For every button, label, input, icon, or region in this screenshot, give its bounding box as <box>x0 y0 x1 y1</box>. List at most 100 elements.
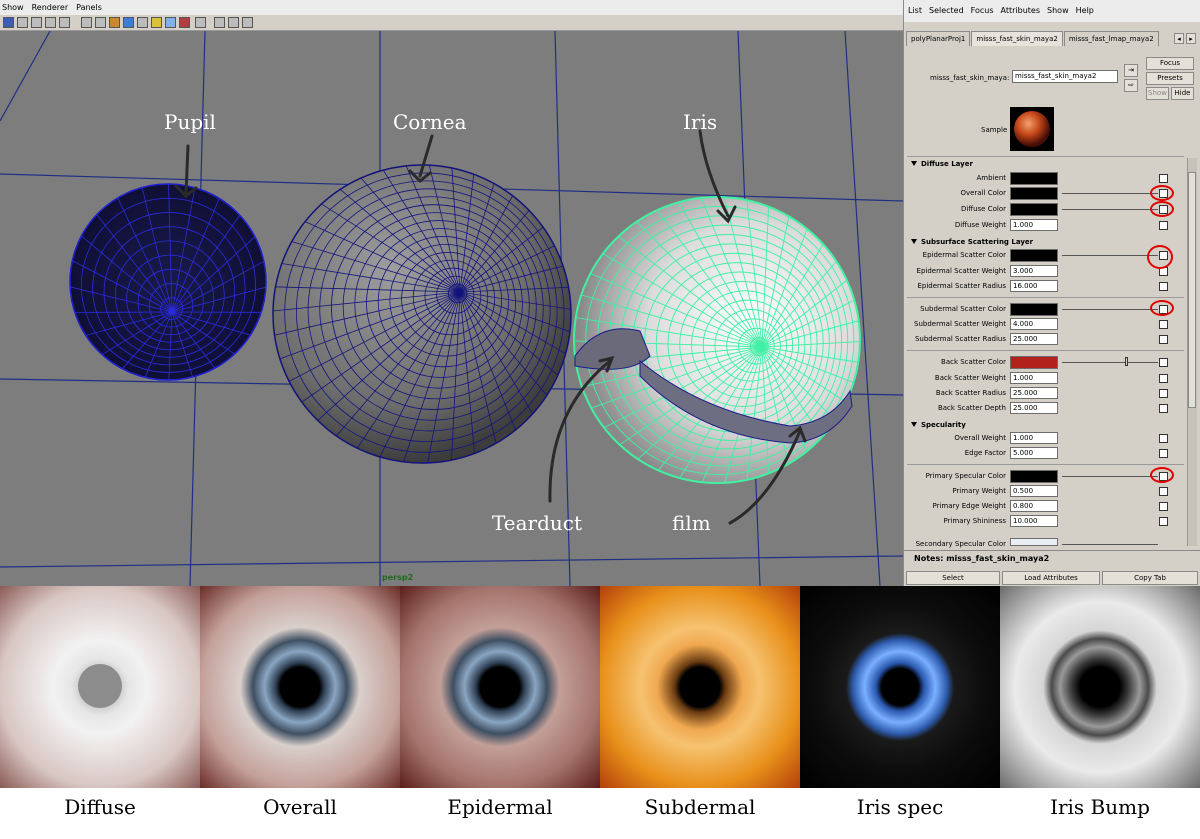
tab-scroll-left-icon[interactable]: ◂ <box>1174 33 1184 44</box>
map-button-icon[interactable] <box>1159 374 1168 383</box>
value-field[interactable]: 25.000 <box>1010 387 1058 399</box>
color-swatch[interactable] <box>1010 303 1058 316</box>
value-field[interactable]: 3.000 <box>1010 265 1058 277</box>
slider-track[interactable] <box>1062 193 1158 194</box>
map-button-icon[interactable] <box>1159 335 1168 344</box>
stats-icon[interactable] <box>242 17 253 28</box>
section-diffuse-layer[interactable]: Diffuse Layer <box>907 158 1184 171</box>
presets-button[interactable]: Presets <box>1146 72 1194 85</box>
menu-list[interactable]: List <box>908 0 922 22</box>
textured-icon[interactable] <box>109 17 120 28</box>
tab-misss-fast-skin[interactable]: misss_fast_skin_maya2 <box>971 31 1063 46</box>
value-field[interactable]: 5.000 <box>1010 447 1058 459</box>
grid-icon[interactable] <box>31 17 42 28</box>
color-swatch[interactable] <box>1010 470 1058 483</box>
menu-selected[interactable]: Selected <box>929 0 964 22</box>
tab-scroll-right-icon[interactable]: ▸ <box>1186 33 1196 44</box>
input-connection-icon[interactable]: ⇥ <box>1124 64 1138 77</box>
color-swatch[interactable] <box>1010 187 1058 200</box>
value-field[interactable]: 25.000 <box>1010 333 1058 345</box>
value-field[interactable]: 16.000 <box>1010 280 1058 292</box>
color-swatch[interactable] <box>1010 538 1058 546</box>
resolution-gate-icon[interactable] <box>59 17 70 28</box>
cornea-sphere[interactable] <box>243 135 601 493</box>
select-camera-icon[interactable] <box>17 17 28 28</box>
xray-icon[interactable] <box>179 17 190 28</box>
value-field[interactable]: 10.000 <box>1010 515 1058 527</box>
value-field[interactable]: 0.800 <box>1010 500 1058 512</box>
map-button-icon[interactable] <box>1159 389 1168 398</box>
menu-attributes[interactable]: Attributes <box>1001 0 1041 22</box>
select-button[interactable]: Select <box>906 571 1000 585</box>
slider-track[interactable] <box>1062 476 1158 477</box>
hud-icon[interactable] <box>214 17 225 28</box>
pupil-sphere[interactable] <box>50 164 285 399</box>
camera-icon[interactable] <box>3 17 14 28</box>
color-swatch[interactable] <box>1010 356 1058 369</box>
menu-show[interactable]: Show <box>2 0 24 15</box>
value-field[interactable]: 1.000 <box>1010 372 1058 384</box>
slider-track[interactable] <box>1062 544 1158 545</box>
section-title: Diffuse Layer <box>921 160 973 168</box>
map-button-icon[interactable] <box>1159 358 1168 367</box>
light-icon[interactable] <box>151 17 162 28</box>
value-field[interactable]: 25.000 <box>1010 402 1058 414</box>
map-button-icon[interactable] <box>1159 404 1168 413</box>
annotation-circle <box>1150 185 1174 201</box>
collapse-arrow-icon[interactable] <box>911 422 917 427</box>
color-swatch[interactable] <box>1010 172 1058 185</box>
map-button-icon[interactable] <box>1159 502 1168 511</box>
node-name-field[interactable]: misss_fast_skin_maya2 <box>1012 70 1118 83</box>
attr-row-subdermal-color: Subdermal Scatter Color <box>904 302 1184 317</box>
menu-panels[interactable]: Panels <box>76 0 102 15</box>
map-button-icon[interactable] <box>1159 174 1168 183</box>
value-field[interactable]: 0.500 <box>1010 485 1058 497</box>
shaded-icon[interactable] <box>123 17 134 28</box>
copy-tab-button[interactable]: Copy Tab <box>1102 571 1198 585</box>
collapse-arrow-icon[interactable] <box>911 239 917 244</box>
menu-help[interactable]: Help <box>1076 0 1094 22</box>
output-connection-icon[interactable]: ⇨ <box>1124 79 1138 92</box>
slider-knob[interactable] <box>1125 357 1128 366</box>
value-field[interactable]: 1.000 <box>1010 219 1058 231</box>
focus-button[interactable]: Focus <box>1146 57 1194 70</box>
load-attributes-button[interactable]: Load Attributes <box>1002 571 1100 585</box>
hide-button[interactable]: Hide <box>1171 87 1194 100</box>
map-button-icon[interactable] <box>1159 221 1168 230</box>
wireframe-icon[interactable] <box>81 17 92 28</box>
tab-polyplanarproj1[interactable]: polyPlanarProj1 <box>906 31 971 46</box>
color-swatch[interactable] <box>1010 203 1058 216</box>
attribute-editor: List Selected Focus Attributes Show Help… <box>903 0 1200 586</box>
shadow-icon[interactable] <box>165 17 176 28</box>
wire-on-shaded-icon[interactable] <box>137 17 148 28</box>
collapse-arrow-icon[interactable] <box>911 161 917 166</box>
color-swatch[interactable] <box>1010 249 1058 262</box>
map-button-icon[interactable] <box>1159 517 1168 526</box>
show-button[interactable]: Show <box>1146 87 1169 100</box>
attr-label: Subdermal Scatter Weight <box>914 320 1006 328</box>
smooth-shade-icon[interactable] <box>95 17 106 28</box>
map-button-icon[interactable] <box>1159 434 1168 443</box>
maya-viewport[interactable]: Show Renderer Panels Pupil Cornea Iris T… <box>0 0 903 586</box>
map-button-icon[interactable] <box>1159 487 1168 496</box>
caption-iris-bump: Iris Bump <box>1050 795 1150 819</box>
safe-frame-icon[interactable] <box>228 17 239 28</box>
menu-renderer[interactable]: Renderer <box>32 0 69 15</box>
caption-iris-spec: Iris spec <box>856 795 944 819</box>
slider-track[interactable] <box>1062 209 1158 210</box>
scrollbar-thumb[interactable] <box>1188 172 1196 408</box>
map-button-icon[interactable] <box>1159 449 1168 458</box>
value-field[interactable]: 1.000 <box>1010 432 1058 444</box>
slider-track[interactable] <box>1062 255 1158 256</box>
map-button-icon[interactable] <box>1159 320 1168 329</box>
map-button-icon[interactable] <box>1159 282 1168 291</box>
film-gate-icon[interactable] <box>45 17 56 28</box>
tab-misss-fast-lmap[interactable]: misss_fast_lmap_maya2 <box>1063 31 1159 46</box>
isolate-icon[interactable] <box>195 17 206 28</box>
menu-focus[interactable]: Focus <box>971 0 994 22</box>
caption-subdermal: Subdermal <box>644 795 756 819</box>
slider-track[interactable] <box>1062 362 1158 363</box>
slider-track[interactable] <box>1062 309 1158 310</box>
value-field[interactable]: 4.000 <box>1010 318 1058 330</box>
menu-show[interactable]: Show <box>1047 0 1069 22</box>
